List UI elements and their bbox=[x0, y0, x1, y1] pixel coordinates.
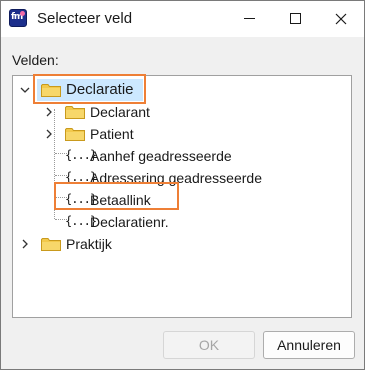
folder-icon bbox=[65, 128, 85, 141]
tree-node-label: Praktijk bbox=[66, 236, 112, 252]
title-bar: fm Selecteer veld bbox=[1, 1, 364, 37]
folder-icon bbox=[65, 106, 85, 119]
tree-node-label: Declarant bbox=[90, 104, 150, 120]
minimize-icon bbox=[244, 18, 255, 19]
cancel-button[interactable]: Annuleren bbox=[263, 331, 355, 359]
maximize-icon bbox=[290, 13, 301, 24]
tree-node-label: Betaallink bbox=[90, 192, 151, 208]
folder-icon bbox=[41, 238, 61, 251]
tree-node-label: Aanhef geadresseerde bbox=[90, 148, 232, 164]
maximize-button[interactable] bbox=[272, 1, 318, 37]
tree-node-label: Declaratienr. bbox=[90, 214, 169, 230]
chevron-right-icon[interactable] bbox=[19, 238, 31, 250]
chevron-right-icon[interactable] bbox=[43, 106, 55, 118]
tree-node-aanhef-geadresseerde[interactable]: {...} Aanhef geadresseerde bbox=[65, 145, 335, 167]
fields-tree[interactable]: Declaratie Declarant Patient {...} Aanhe… bbox=[12, 74, 352, 318]
tree-node-patient[interactable]: Patient bbox=[43, 123, 193, 145]
fields-label: Velden: bbox=[12, 52, 59, 68]
select-field-dialog: fm Selecteer veld Velden: Declaratie Dec… bbox=[0, 0, 365, 370]
tree-node-label: Declaratie bbox=[66, 81, 134, 98]
chevron-right-icon[interactable] bbox=[43, 128, 55, 140]
tree-node-declaratie[interactable]: Declaratie bbox=[19, 79, 149, 101]
tree-node-declarant[interactable]: Declarant bbox=[43, 101, 193, 123]
chevron-down-icon[interactable] bbox=[19, 84, 31, 96]
ok-button[interactable]: OK bbox=[163, 331, 255, 359]
tree-node-betaallink[interactable]: {...} Betaallink bbox=[65, 189, 175, 211]
folder-icon bbox=[41, 84, 61, 97]
window-title: Selecteer veld bbox=[37, 10, 133, 27]
tree-node-praktijk[interactable]: Praktijk bbox=[19, 233, 139, 255]
tree-node-declaratienr[interactable]: {...} Declaratienr. bbox=[65, 211, 215, 233]
tree-node-label: Patient bbox=[90, 126, 134, 142]
close-icon bbox=[335, 13, 347, 25]
app-icon: fm bbox=[9, 9, 27, 27]
minimize-button[interactable] bbox=[226, 1, 272, 37]
close-button[interactable] bbox=[318, 1, 364, 37]
